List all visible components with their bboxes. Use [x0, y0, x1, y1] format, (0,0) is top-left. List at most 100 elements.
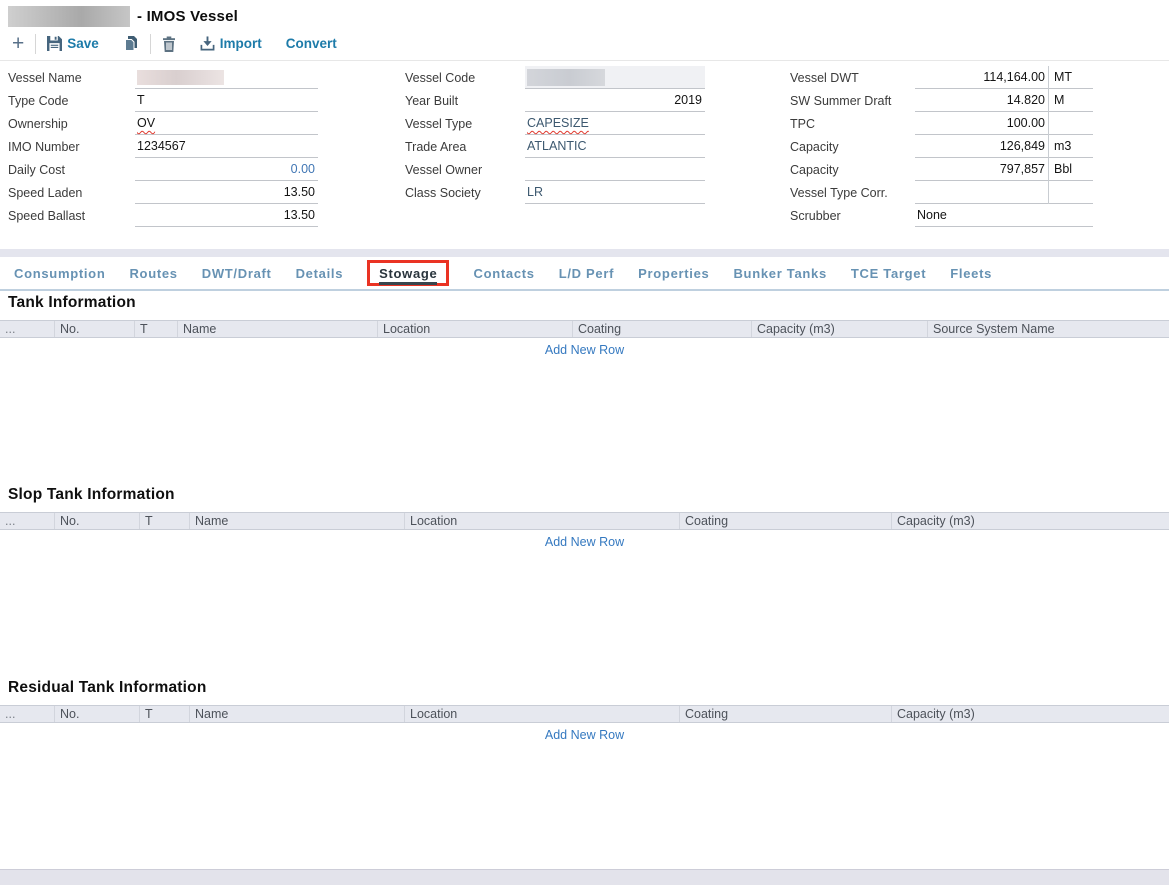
- trade-area-label: Trade Area: [405, 140, 525, 154]
- tab-fleets[interactable]: Fleets: [950, 266, 992, 281]
- field-row: Capacity 126,849 m3: [790, 135, 1093, 158]
- slop-table-header: ... No. T Name Location Coating Capacity…: [0, 512, 1169, 530]
- column-header-actions: ...: [0, 321, 55, 337]
- field-row: IMO Number 1234567: [8, 135, 318, 158]
- daily-cost-input[interactable]: 0.00: [135, 158, 318, 181]
- form-column-middle: Vessel Code Year Built 2019 Vessel Type …: [405, 66, 705, 204]
- speed-laden-input[interactable]: 13.50: [135, 181, 318, 204]
- tank-information-section: Tank Information ... No. T Name Location…: [0, 293, 1169, 357]
- vessel-code-label: Vessel Code: [405, 71, 525, 85]
- toolbar: + Save Import Convert: [0, 28, 1169, 59]
- field-row: Speed Ballast 13.50: [8, 204, 318, 227]
- vessel-dwt-label: Vessel DWT: [790, 71, 915, 85]
- import-button-label: Import: [220, 36, 262, 51]
- vessel-type-input[interactable]: CAPESIZE: [525, 112, 705, 135]
- field-row: Daily Cost 0.00: [8, 158, 318, 181]
- speed-ballast-input[interactable]: 13.50: [135, 204, 318, 227]
- column-header-t: T: [140, 706, 190, 722]
- capacity-bbl-label: Capacity: [790, 163, 915, 177]
- vessel-type-corr-input[interactable]: [915, 181, 1093, 204]
- tank-add-new-row-link[interactable]: Add New Row: [0, 343, 1169, 357]
- scrubber-select[interactable]: None: [915, 204, 1093, 227]
- capacity-m3-unit: m3: [1048, 135, 1093, 158]
- convert-button[interactable]: Convert: [286, 36, 337, 51]
- vessel-dwt-unit: MT: [1048, 66, 1093, 89]
- field-row: Vessel DWT 114,164.00 MT: [790, 66, 1093, 89]
- redacted-value-block: [137, 70, 224, 85]
- vessel-dwt-input[interactable]: 114,164.00 MT: [915, 66, 1093, 89]
- vessel-code-input[interactable]: [525, 66, 705, 89]
- field-row: Trade Area ATLANTIC: [405, 135, 705, 158]
- vessel-owner-input[interactable]: [525, 158, 705, 181]
- tab-contacts[interactable]: Contacts: [473, 266, 534, 281]
- capacity-bbl-input[interactable]: 797,857 Bbl: [915, 158, 1093, 181]
- column-header-source-system-name: Source System Name: [928, 321, 1169, 337]
- field-row: Vessel Type Corr.: [790, 181, 1093, 204]
- column-header-coating: Coating: [680, 513, 892, 529]
- tab-bunker-tanks[interactable]: Bunker Tanks: [733, 266, 826, 281]
- year-built-label: Year Built: [405, 94, 525, 108]
- tab-ld-perf[interactable]: L/D Perf: [559, 266, 614, 281]
- column-header-no: No.: [55, 513, 140, 529]
- imos-vessel-window: - IMOS Vessel + Save Import Convert: [0, 0, 1169, 885]
- vessel-name-label: Vessel Name: [8, 71, 135, 85]
- type-code-input[interactable]: T: [135, 89, 318, 112]
- trade-area-input[interactable]: ATLANTIC: [525, 135, 705, 158]
- imo-number-input[interactable]: 1234567: [135, 135, 318, 158]
- field-row: Speed Laden 13.50: [8, 181, 318, 204]
- column-header-location: Location: [378, 321, 573, 337]
- residual-add-new-row-link[interactable]: Add New Row: [0, 728, 1169, 742]
- vessel-name-input[interactable]: [135, 66, 318, 89]
- slop-tank-information-section: Slop Tank Information ... No. T Name Loc…: [0, 485, 1169, 549]
- field-row: Ownership OV: [8, 112, 318, 135]
- column-header-no: No.: [55, 321, 135, 337]
- residual-tank-information-section: Residual Tank Information ... No. T Name…: [0, 678, 1169, 742]
- tab-properties[interactable]: Properties: [638, 266, 709, 281]
- ownership-input[interactable]: OV: [135, 112, 318, 135]
- column-header-coating: Coating: [573, 321, 752, 337]
- field-row: Vessel Name: [8, 66, 318, 89]
- tank-information-title: Tank Information: [0, 293, 1169, 313]
- capacity-m3-input[interactable]: 126,849 m3: [915, 135, 1093, 158]
- column-header-actions: ...: [0, 706, 55, 722]
- copy-icon[interactable]: [123, 36, 139, 52]
- class-society-label: Class Society: [405, 186, 525, 200]
- tab-dwt-draft[interactable]: DWT/Draft: [202, 266, 272, 281]
- field-row: Vessel Owner: [405, 158, 705, 181]
- toolbar-divider: [150, 34, 151, 54]
- slop-add-new-row-link[interactable]: Add New Row: [0, 535, 1169, 549]
- column-header-t: T: [135, 321, 178, 337]
- speed-laden-label: Speed Laden: [8, 186, 135, 200]
- tab-tce-target[interactable]: TCE Target: [851, 266, 926, 281]
- column-header-no: No.: [55, 706, 140, 722]
- new-button[interactable]: +: [12, 34, 24, 54]
- page-title-text: - IMOS Vessel: [137, 8, 238, 25]
- year-built-input[interactable]: 2019: [525, 89, 705, 112]
- form-column-left: Vessel Name Type Code T Ownership OV IMO…: [8, 66, 318, 227]
- field-row: Type Code T: [8, 89, 318, 112]
- tab-stowage[interactable]: Stowage: [379, 266, 437, 285]
- class-society-input[interactable]: LR: [525, 181, 705, 204]
- column-header-name: Name: [178, 321, 378, 337]
- tpc-input[interactable]: 100.00: [915, 112, 1093, 135]
- column-header-location: Location: [405, 513, 680, 529]
- tab-routes[interactable]: Routes: [129, 266, 177, 281]
- toolbar-separator: [0, 60, 1169, 61]
- vessel-type-corr-label: Vessel Type Corr.: [790, 186, 915, 200]
- field-row: Vessel Code: [405, 66, 705, 89]
- sw-summer-draft-input[interactable]: 14.820 M: [915, 89, 1093, 112]
- page-title: - IMOS Vessel: [8, 5, 238, 27]
- field-row: Year Built 2019: [405, 89, 705, 112]
- tab-details[interactable]: Details: [296, 266, 344, 281]
- status-bar: [0, 869, 1169, 885]
- column-header-capacity: Capacity (m3): [892, 513, 1169, 529]
- tpc-label: TPC: [790, 117, 915, 131]
- delete-icon[interactable]: [162, 36, 176, 52]
- tab-consumption[interactable]: Consumption: [14, 266, 105, 281]
- field-row: TPC 100.00: [790, 112, 1093, 135]
- import-button[interactable]: Import: [200, 36, 262, 51]
- field-row: Class Society LR: [405, 181, 705, 204]
- capacity-m3-label: Capacity: [790, 140, 915, 154]
- save-button[interactable]: Save: [47, 36, 99, 51]
- field-row: Capacity 797,857 Bbl: [790, 158, 1093, 181]
